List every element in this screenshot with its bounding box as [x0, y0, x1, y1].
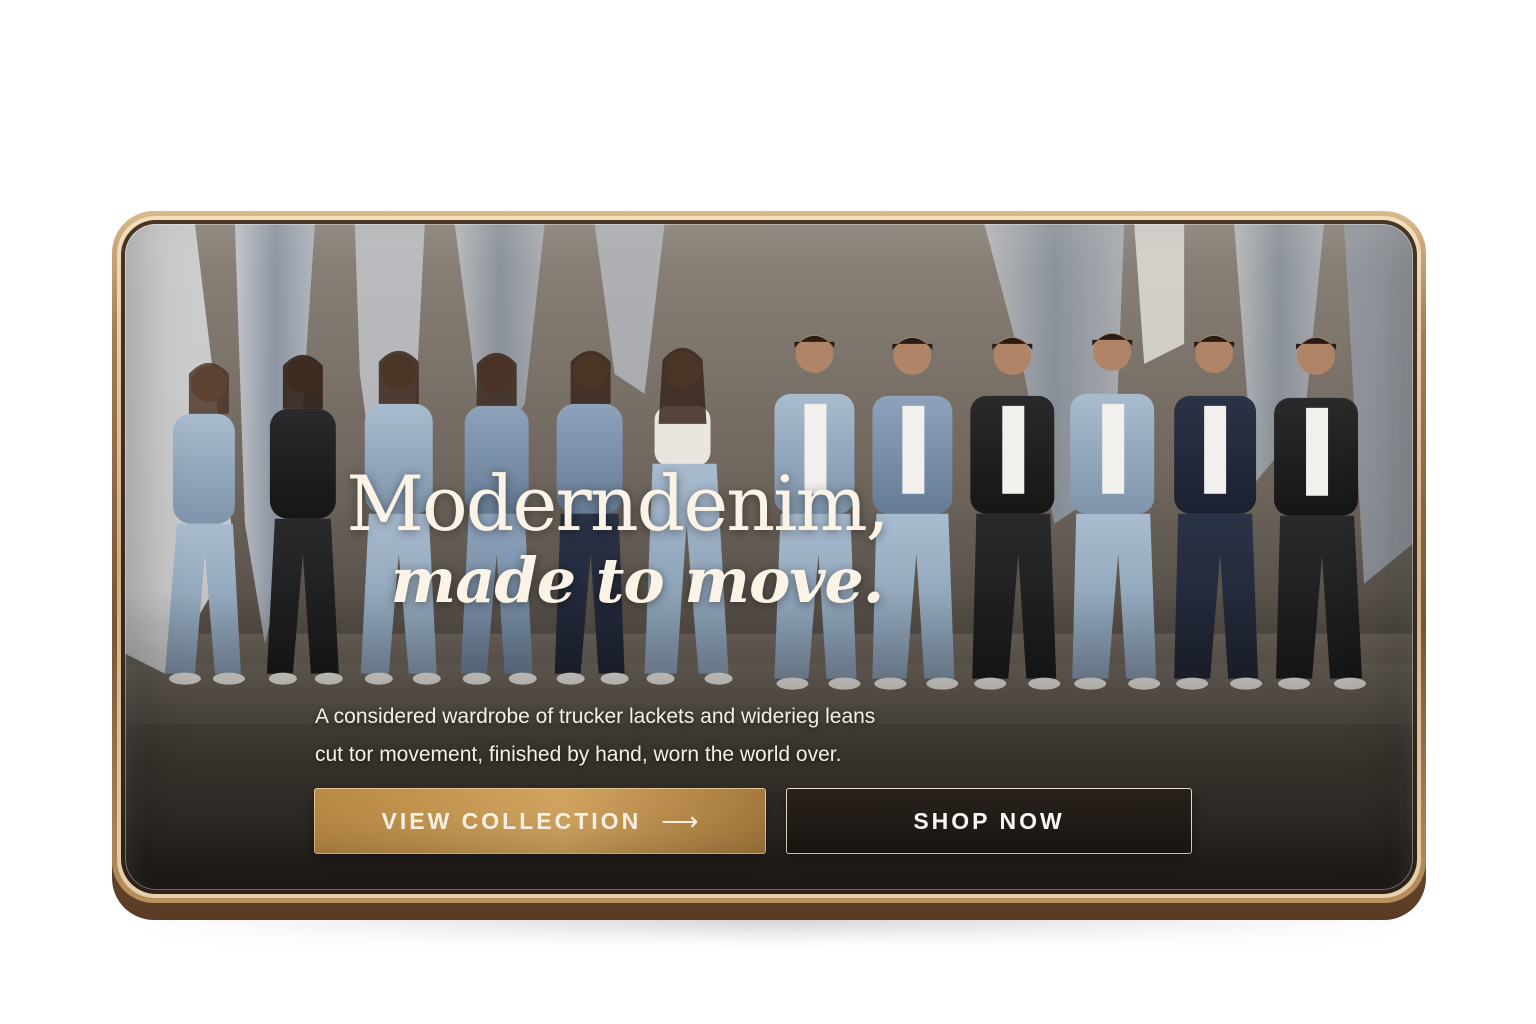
arrow-right-icon: ⟶	[661, 805, 699, 836]
device-bezel: Moderndenim, made to move. A considered …	[121, 220, 1417, 894]
shop-now-button[interactable]: SHOP NOW	[786, 788, 1192, 854]
device-trim: Moderndenim, made to move. A considered …	[117, 216, 1421, 898]
hero-banner: Moderndenim, made to move. A considered …	[125, 224, 1413, 890]
shop-now-label: SHOP NOW	[913, 807, 1065, 834]
subcopy-line-2: cut tor movement, finished by hand, worn…	[315, 743, 842, 766]
subcopy-line-1: A considered wardrobe of trucker lackets…	[315, 705, 876, 728]
view-collection-label: VIEW COLLECTION	[381, 807, 642, 834]
hero-headline: Moderndenim, made to move.	[307, 462, 927, 616]
view-collection-button[interactable]: VIEW COLLECTION ⟶	[314, 788, 766, 854]
headline-line-1: Moderndenim,	[346, 459, 890, 548]
headline-line-2: made to move.	[390, 544, 885, 617]
device-frame: Moderndenim, made to move. A considered …	[112, 211, 1426, 903]
hero-subcopy: A considered wardrobe of trucker lackets…	[315, 698, 995, 774]
